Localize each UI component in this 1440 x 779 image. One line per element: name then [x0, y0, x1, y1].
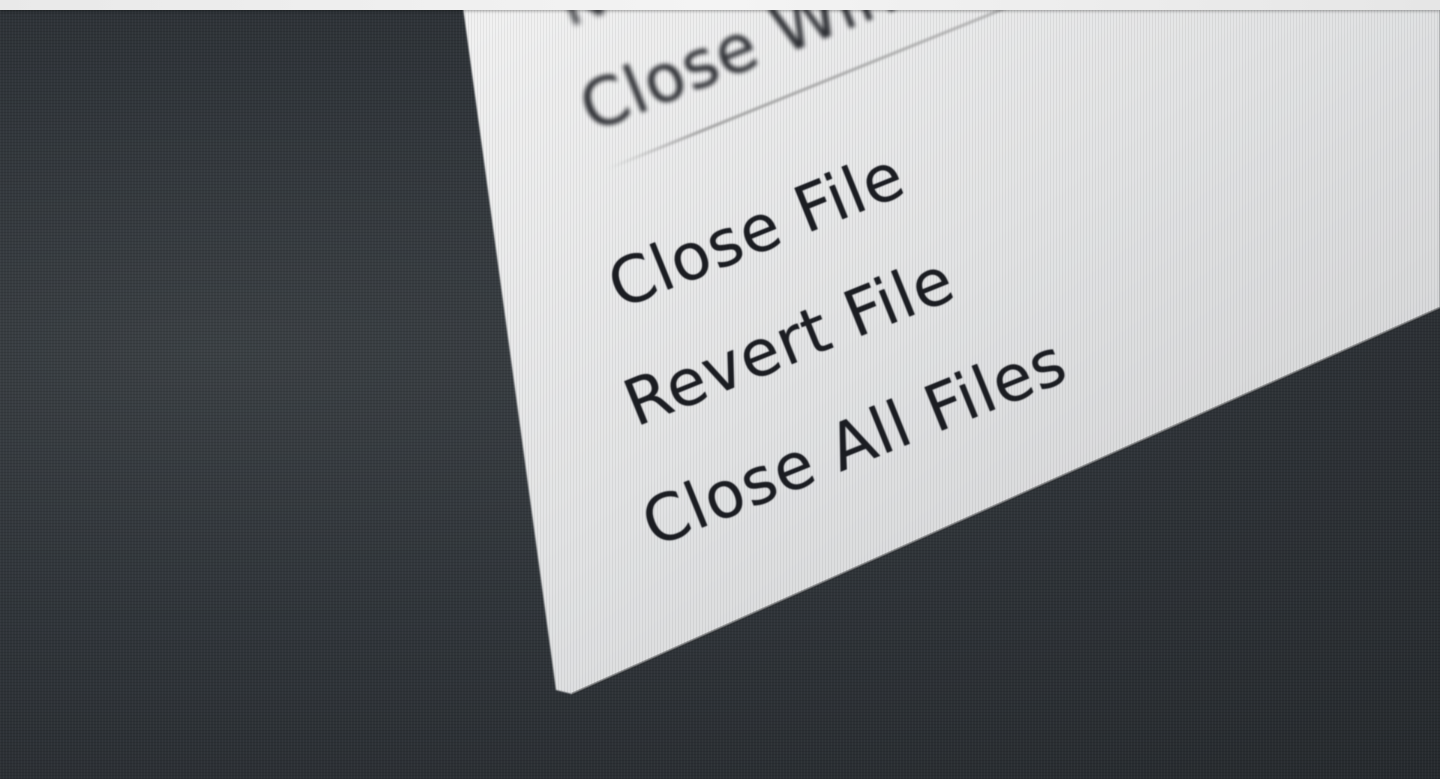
top-bar — [0, 0, 1440, 10]
menu-panel-shape — [462, 0, 1440, 696]
dropdown-menu — [0, 0, 1440, 779]
screen-photo: N Close Windo Close File Revert File Clo… — [0, 0, 1440, 779]
menu-pixel-texture — [462, 0, 1440, 694]
